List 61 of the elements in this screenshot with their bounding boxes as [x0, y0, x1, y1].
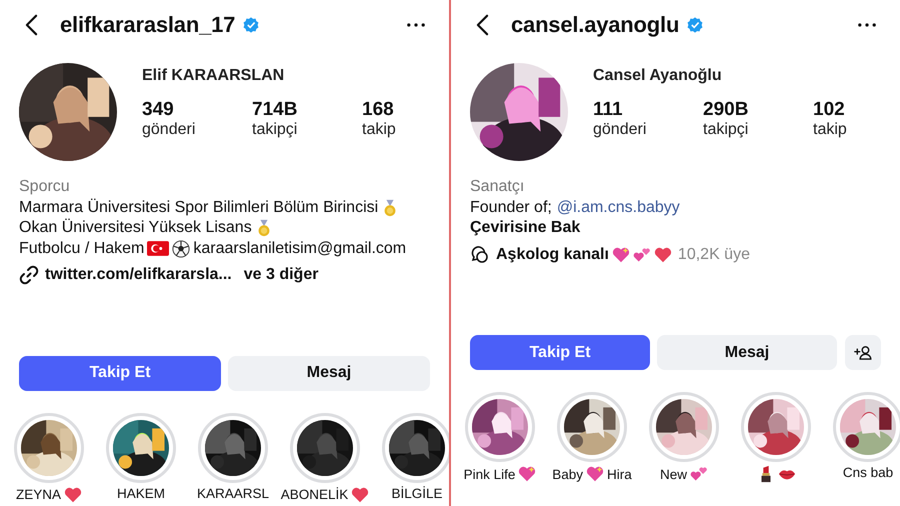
more-options-icon[interactable]: [858, 23, 876, 27]
more-options-icon[interactable]: [407, 23, 425, 27]
follow-button[interactable]: Takip Et: [19, 356, 221, 390]
highlight-label: HAKEM: [116, 486, 165, 500]
bio-text: Okan Üniversitesi Yüksek Lisans: [19, 218, 252, 238]
link-icon: [19, 265, 39, 286]
highlight-label: BİLGİLE: [391, 486, 443, 500]
back-icon[interactable]: [476, 14, 489, 36]
stat-value: 111: [593, 98, 624, 120]
heart-icon: [654, 246, 672, 264]
highlight-label: Baby: [552, 466, 584, 482]
stat-value: 714B: [252, 98, 298, 120]
highlight-label: New: [660, 466, 687, 482]
highlight-label: ABONELİK: [280, 487, 348, 502]
category-label: Sporcu: [19, 177, 71, 197]
bio-text: Marmara Üniversitesi Spor Bilimleri Bölüm Birincisi: [19, 198, 378, 218]
bio-text: Futbolcu / Hakem: [19, 238, 144, 258]
heart-icon: [64, 486, 82, 504]
website-link[interactable]: twitter.com/elifkararsla...: [45, 265, 232, 286]
add-person-button[interactable]: [845, 335, 881, 370]
profile-name: Cansel Ayanoğlu: [593, 66, 723, 84]
stat-value: 102: [813, 98, 846, 120]
back-icon[interactable]: [25, 14, 38, 36]
highlight-label: KARAARSL: [196, 486, 270, 500]
message-button[interactable]: Mesaj: [228, 356, 430, 390]
profile-name: Elif KARAARSLAN: [142, 66, 286, 84]
stat-label: takip: [362, 120, 397, 140]
channel-link[interactable]: Aşkolog kanalı: [496, 244, 609, 265]
bio-text: Founder of;: [470, 198, 552, 218]
highlight-label: ZEYNA: [16, 487, 61, 502]
sparkle-heart-icon: [612, 246, 630, 264]
heart-icon: [351, 486, 370, 504]
stat-value: 168: [362, 98, 395, 120]
stat-label: takipçi: [252, 120, 298, 140]
stat-value: 349: [142, 98, 175, 120]
username: cansel.ayanoglu: [511, 12, 680, 38]
chat-bubbles-icon: [470, 244, 490, 265]
sparkle-heart-icon: [586, 465, 604, 483]
stat-label: takipçi: [703, 120, 750, 140]
stat-label: gönderi: [593, 120, 648, 140]
stat-label: takip: [813, 120, 848, 140]
flag-icon: [147, 241, 170, 256]
translate-link[interactable]: Çevirisine Bak: [470, 218, 580, 238]
hearts-icon: [632, 246, 651, 264]
highlight-label: Cns bab: [842, 465, 894, 480]
username: elifkararaslan_17: [60, 12, 236, 38]
message-button[interactable]: Mesaj: [657, 335, 837, 370]
highlight-label: Pink Life: [464, 466, 516, 482]
hearts-icon: [690, 465, 708, 483]
stat-value: 290B: [703, 98, 750, 120]
member-count: 10,2K üye: [678, 244, 750, 264]
category-label: Sanatçı: [470, 177, 526, 197]
stat-label: gönderi: [142, 120, 196, 140]
add-person-icon: [854, 345, 872, 360]
ball-icon: [172, 240, 190, 258]
bio-text: karaarslaniletisim@gmail.com: [193, 238, 406, 258]
mention-link[interactable]: @i.am.cns.babyy: [556, 198, 680, 218]
follow-button[interactable]: Takip Et: [470, 335, 650, 370]
sparkle-heart-icon: [518, 465, 536, 483]
more-links[interactable]: ve 3 diğer: [244, 265, 318, 286]
highlight-label: Hira: [607, 466, 632, 482]
